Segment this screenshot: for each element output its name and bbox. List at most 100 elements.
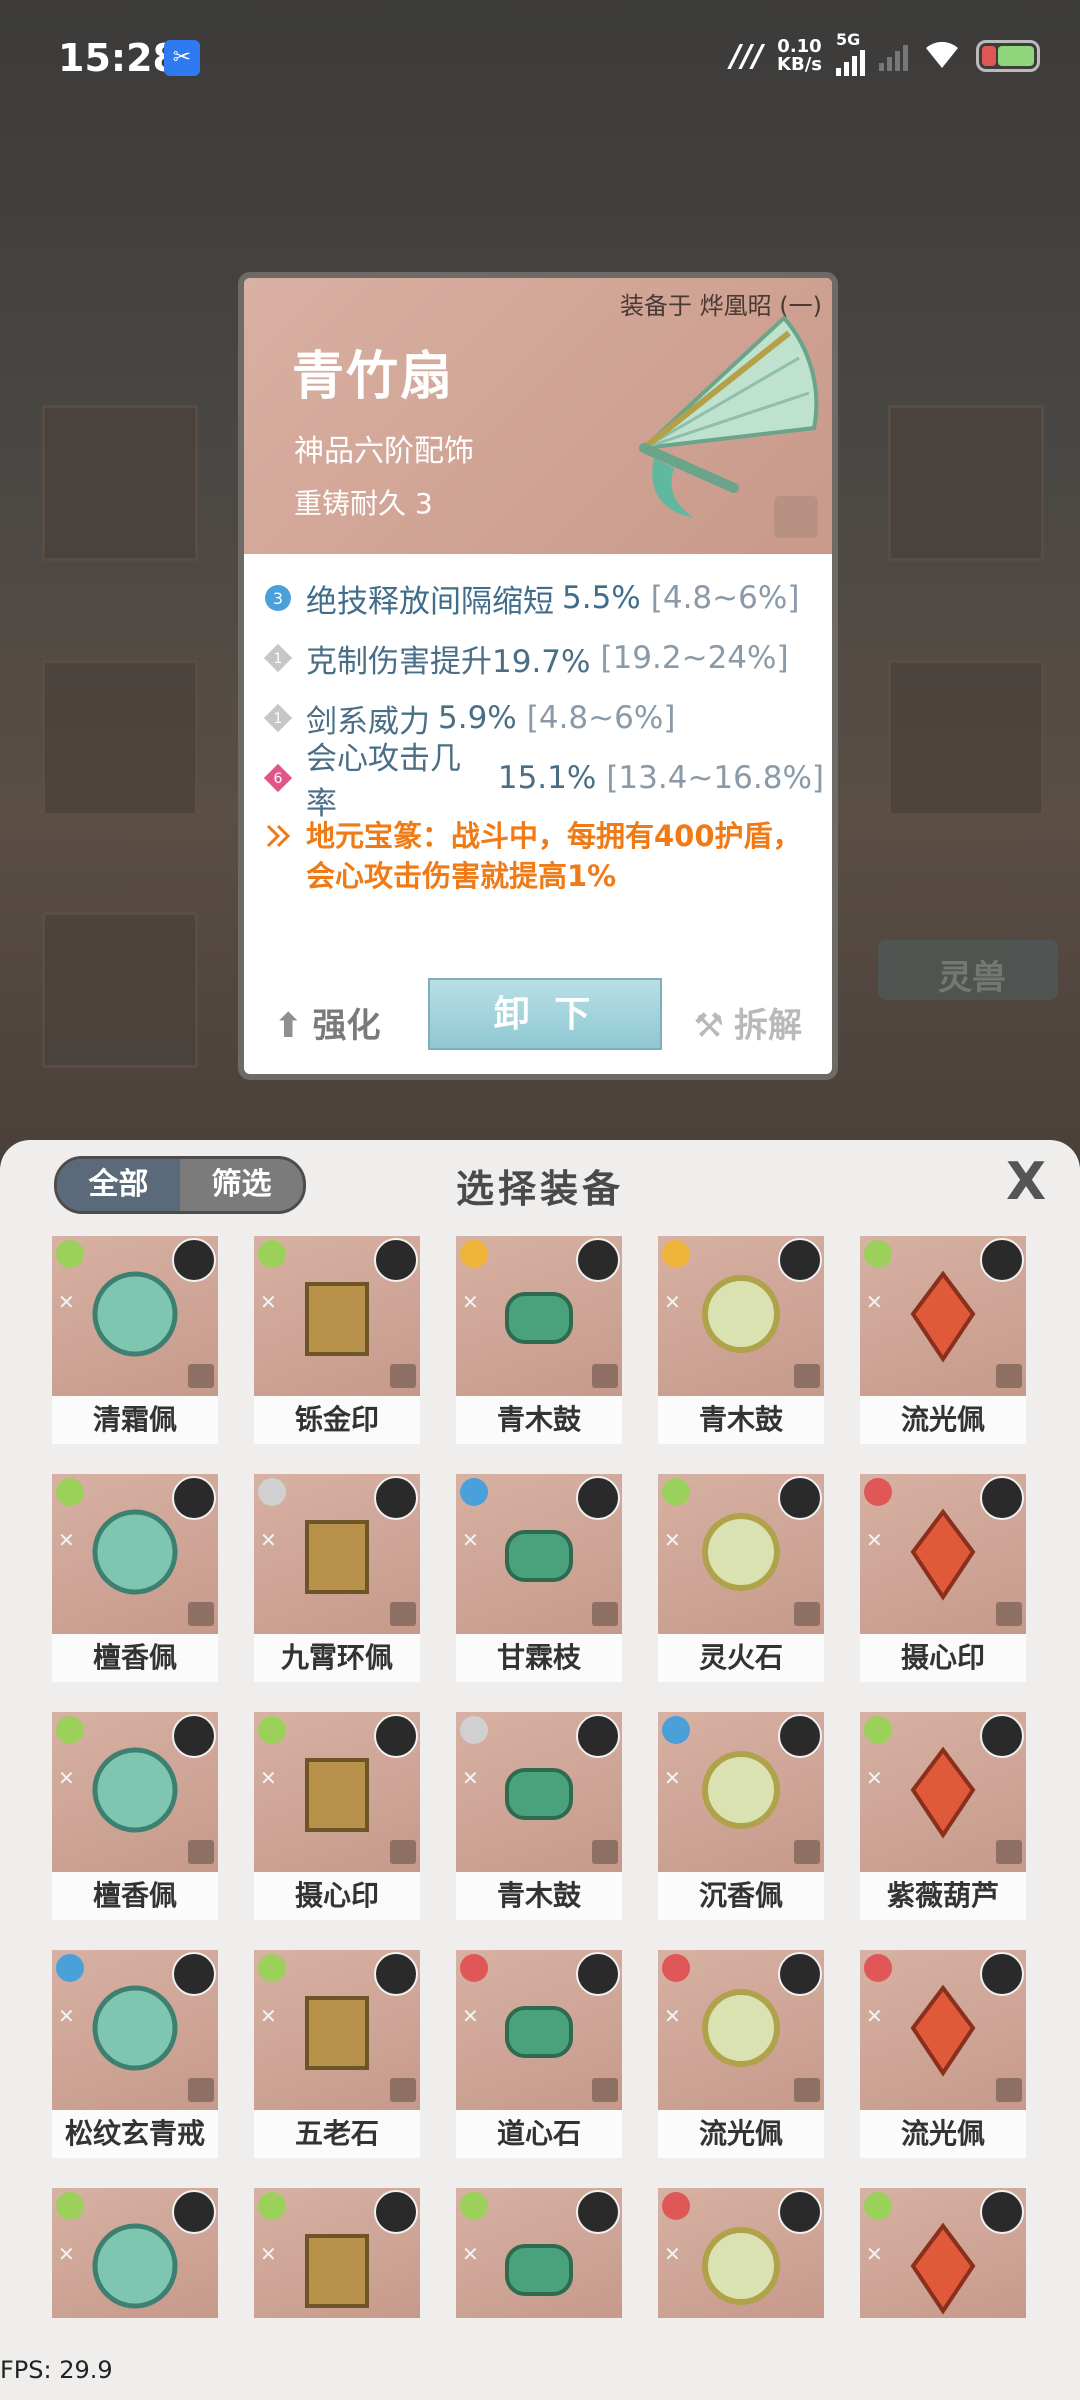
equipment-item[interactable]: ✕ 青木鼓 <box>658 1236 824 1444</box>
mark-icon: ✕ <box>260 2242 277 2266</box>
owner-avatar <box>172 2190 216 2234</box>
unequip-button[interactable]: 卸 下 <box>428 978 662 1050</box>
equipment-item[interactable]: ✕ <box>658 2188 824 2318</box>
owner-avatar <box>374 1952 418 1996</box>
mark-icon: ✕ <box>664 2004 681 2028</box>
element-icon <box>258 1954 286 1982</box>
owner-avatar <box>778 1238 822 1282</box>
equipment-item[interactable]: ✕ 檀香佩 <box>52 1474 218 1682</box>
clock: 15:28 <box>58 36 179 80</box>
mark-icon: ✕ <box>58 1528 75 1552</box>
equipment-item[interactable]: ✕ 松纹玄青戒 <box>52 1950 218 2158</box>
mark-icon: ✕ <box>866 1290 883 1314</box>
signal-icon <box>879 41 908 71</box>
lock-icon <box>390 2078 416 2102</box>
element-icon <box>258 1716 286 1744</box>
status-bar: 15:28 ✂ /// 0.10 KB/s 5G <box>0 0 1080 120</box>
equipment-item[interactable]: ✕ <box>254 2188 420 2318</box>
equipment-item[interactable]: ✕ 青木鼓 <box>456 1236 622 1444</box>
mark-icon: ✕ <box>260 2004 277 2028</box>
equipment-item[interactable]: ✕ 道心石 <box>456 1950 622 2158</box>
lock-icon <box>794 1602 820 1626</box>
equipment-item[interactable]: ✕ 紫薇葫芦 <box>860 1712 1026 1920</box>
owner-avatar <box>576 1952 620 1996</box>
mark-icon: ✕ <box>462 1766 479 1790</box>
equipment-item[interactable]: ✕ 流光佩 <box>860 1950 1026 2158</box>
lock-icon <box>592 1840 618 1864</box>
item-header: 装备于 烨凰昭 (一) 青竹扇 神品六阶配饰 重铸耐久 3 <box>244 278 832 554</box>
lock-icon <box>188 1840 214 1864</box>
equipment-item[interactable]: ✕ 清霜佩 <box>52 1236 218 1444</box>
equipment-item[interactable]: ✕ 沉香佩 <box>658 1712 824 1920</box>
equipment-item[interactable]: ✕ 檀香佩 <box>52 1712 218 1920</box>
owner-avatar <box>778 1476 822 1520</box>
item-label: 流光佩 <box>658 2110 824 2158</box>
equipment-item[interactable]: ✕ 灵火石 <box>658 1474 824 1682</box>
lock-icon <box>390 1840 416 1864</box>
element-icon <box>56 1716 84 1744</box>
item-detail-card: 装备于 烨凰昭 (一) 青竹扇 神品六阶配饰 重铸耐久 3 3 绝技释放间隔缩短… <box>238 272 838 1080</box>
item-name: 青竹扇 <box>292 346 455 407</box>
mark-icon: ✕ <box>866 1528 883 1552</box>
special-effect-icon <box>266 824 291 848</box>
strengthen-button[interactable]: ⬆ 强化 <box>274 998 381 1047</box>
owner-avatar <box>980 1476 1024 1520</box>
mark-icon: ✕ <box>58 2242 75 2266</box>
owner-avatar <box>172 1238 216 1282</box>
lock-icon <box>592 1602 618 1626</box>
action-row: ⬆ 强化 卸 下 ⚒ 拆解 <box>244 978 832 1074</box>
lock-icon <box>592 1364 618 1388</box>
close-icon[interactable]: X <box>998 1154 1054 1210</box>
mark-icon: ✕ <box>260 1528 277 1552</box>
equipment-item[interactable]: ✕ 青木鼓 <box>456 1712 622 1920</box>
svg-text:1: 1 <box>274 651 283 667</box>
stat-row: 6 会心攻击几率 15.1% [13.4~16.8%] <box>264 741 824 822</box>
mark-icon: ✕ <box>866 1766 883 1790</box>
equipment-item[interactable]: ✕ <box>456 2188 622 2318</box>
lock-icon <box>996 1364 1022 1388</box>
owner-avatar <box>576 1238 620 1282</box>
arrow-up-icon: ⬆ <box>274 1006 303 1046</box>
mark-icon: ✕ <box>462 2242 479 2266</box>
item-label: 檀香佩 <box>52 1872 218 1920</box>
mark-icon: ✕ <box>866 2004 883 2028</box>
lock-icon[interactable] <box>774 496 818 538</box>
equipment-item[interactable]: ✕ 甘霖枝 <box>456 1474 622 1682</box>
equipment-item[interactable]: ✕ 摄心印 <box>254 1712 420 1920</box>
element-icon <box>56 1240 84 1268</box>
gem-icon: 1 <box>264 644 292 672</box>
item-label: 清霜佩 <box>52 1396 218 1444</box>
item-label: 五老石 <box>254 2110 420 2158</box>
equipment-item[interactable]: ✕ 九霄环佩 <box>254 1474 420 1682</box>
lock-icon <box>390 1602 416 1626</box>
element-icon <box>864 2192 892 2220</box>
mark-icon: ✕ <box>462 1290 479 1314</box>
equipment-item[interactable]: ✕ 流光佩 <box>860 1236 1026 1444</box>
fps-counter: FPS: 29.9 <box>0 2356 113 2384</box>
dismantle-button[interactable]: ⚒ 拆解 <box>694 998 802 1047</box>
item-label: 道心石 <box>456 2110 622 2158</box>
special-effect: 地元宝篆：战斗中，每拥有400护盾，会心攻击伤害就提高1% <box>264 816 824 896</box>
mark-icon: ✕ <box>664 1528 681 1552</box>
mark-icon: ✕ <box>462 2004 479 2028</box>
lock-icon <box>794 2078 820 2102</box>
element-icon <box>460 1478 488 1506</box>
owner-avatar <box>778 1714 822 1758</box>
svg-text:1: 1 <box>274 711 283 727</box>
stat-row: 1 克制伤害提升19.7% [19.2~24%] <box>264 628 824 688</box>
element-icon <box>864 1240 892 1268</box>
lock-icon <box>188 1602 214 1626</box>
equipment-item[interactable]: ✕ 摄心印 <box>860 1474 1026 1682</box>
element-icon <box>460 2192 488 2220</box>
equipment-item[interactable]: ✕ 五老石 <box>254 1950 420 2158</box>
mark-icon: ✕ <box>462 1528 479 1552</box>
equipment-item[interactable]: ✕ 铄金印 <box>254 1236 420 1444</box>
mark-icon: ✕ <box>664 1290 681 1314</box>
owner-avatar <box>374 1238 418 1282</box>
owner-avatar <box>576 1714 620 1758</box>
equipment-item[interactable]: ✕ <box>52 2188 218 2318</box>
element-icon <box>460 1954 488 1982</box>
equipment-item[interactable]: ✕ <box>860 2188 1026 2318</box>
equipment-item[interactable]: ✕ 流光佩 <box>658 1950 824 2158</box>
element-icon <box>662 1478 690 1506</box>
